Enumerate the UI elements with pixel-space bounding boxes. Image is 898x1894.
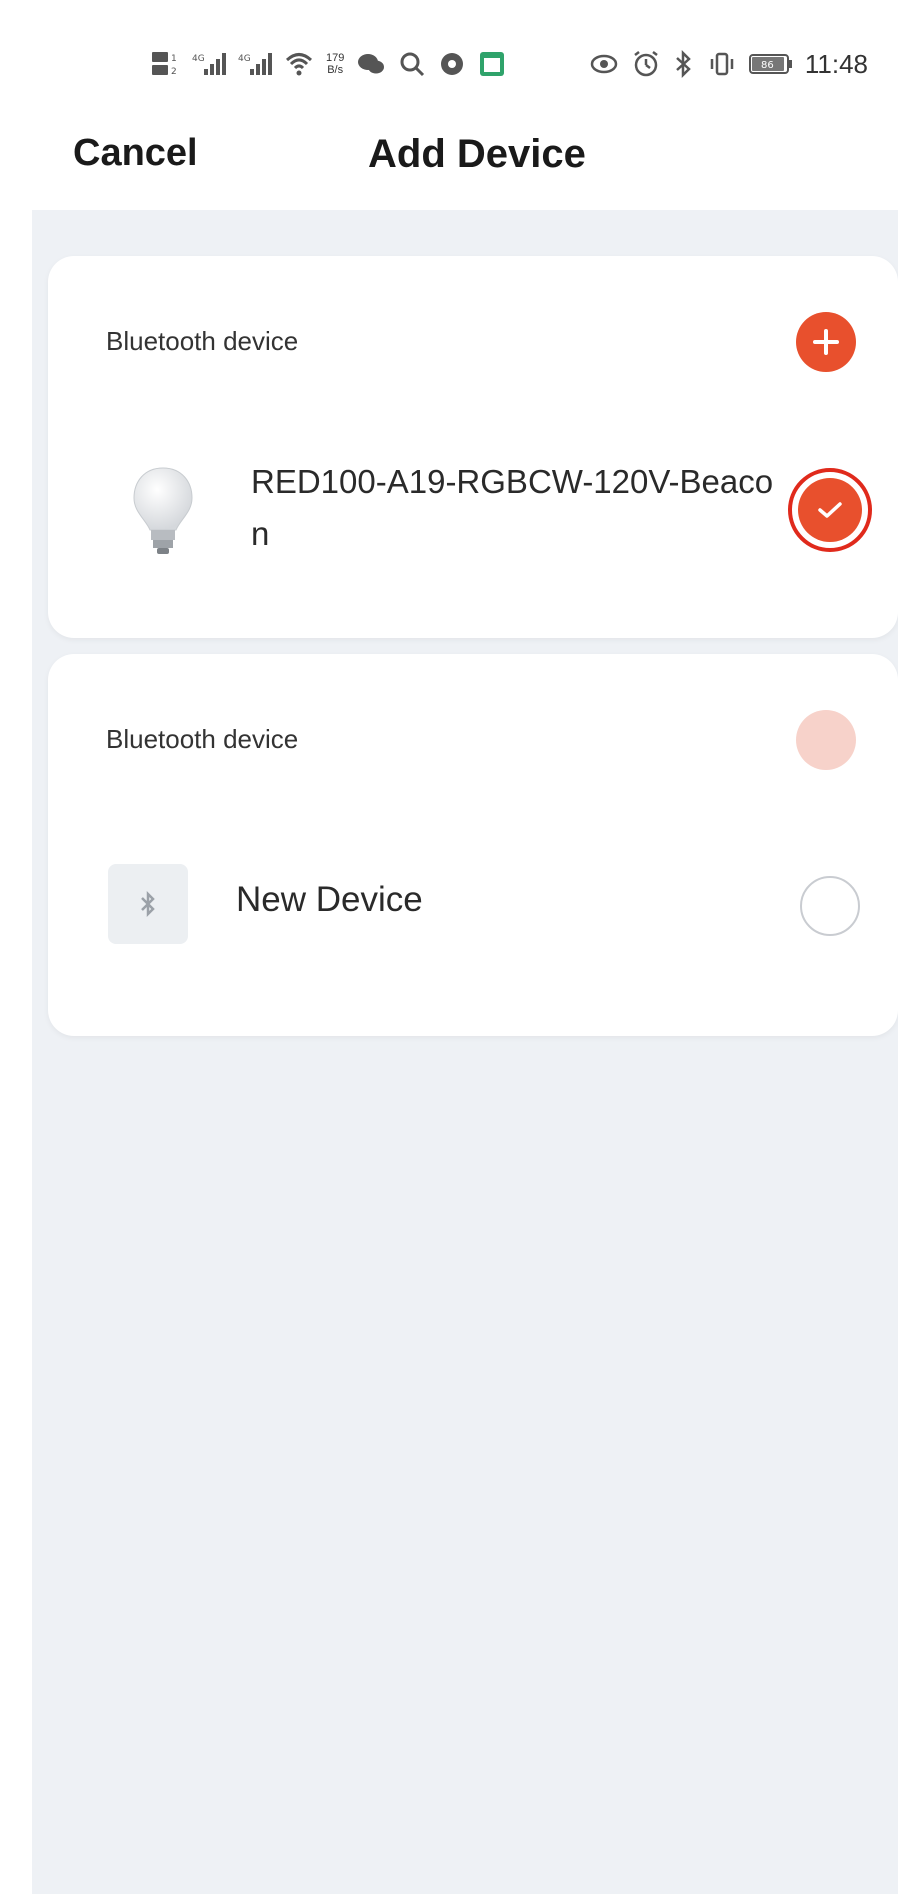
checked-indicator [798,478,862,542]
clock: 11:48 [804,48,868,79]
wifi-icon [284,49,314,79]
network-speed-value: 179 [326,52,345,64]
calendar-app-icon [478,49,506,79]
wechat-icon [356,49,386,79]
page-title: Add Device [368,132,586,176]
status-bar-left: 12 4G 4G 179 B/s [150,42,506,86]
device-type-label: Bluetooth device [106,724,299,754]
network-speed-unit: B/s [327,64,344,76]
device-type-label: Bluetooth device [106,326,299,356]
device-list: Bluetooth device RED100-A19-RGBCW-120V-B… [32,210,898,1894]
svg-text:4G: 4G [192,54,205,64]
network-speed: 179 B/s [326,49,344,79]
dual-sim-icon: 12 [150,49,180,79]
device-name: New Device [236,880,423,919]
device-card[interactable]: Bluetooth device New Device [48,654,898,1036]
svg-text:1: 1 [171,54,177,64]
device-select-checkbox[interactable] [800,876,860,936]
vibrate-icon [707,49,737,79]
device-card[interactable]: Bluetooth device RED100-A19-RGBCW-120V-B… [48,256,898,638]
cell-signal-2-icon: 4G [238,49,272,79]
battery-icon: 86 [748,49,793,79]
top-navigation-bar: Cancel Add Device [0,110,898,210]
svg-text:4G: 4G [238,54,251,64]
battery-level: 86 [761,60,774,71]
eye-icon [589,49,619,79]
bluetooth-icon [108,864,188,944]
cell-signal-1-icon: 4G [192,49,226,79]
device-select-checkbox[interactable] [788,468,872,552]
app-circle-icon [438,49,466,79]
add-device-button-disabled[interactable] [796,710,856,770]
light-bulb-icon [128,464,198,560]
status-bar-right: 86 11:48 [589,42,868,86]
add-device-button[interactable] [796,312,856,372]
plus-icon [813,329,839,355]
checkmark-icon [818,502,842,518]
device-name: RED100-A19-RGBCW-120V-Beacon [251,463,774,552]
search-app-icon [398,49,426,79]
cancel-button[interactable]: Cancel [73,132,198,175]
alarm-icon [631,49,661,79]
bluetooth-status-icon [673,49,695,79]
svg-text:2: 2 [171,67,177,77]
